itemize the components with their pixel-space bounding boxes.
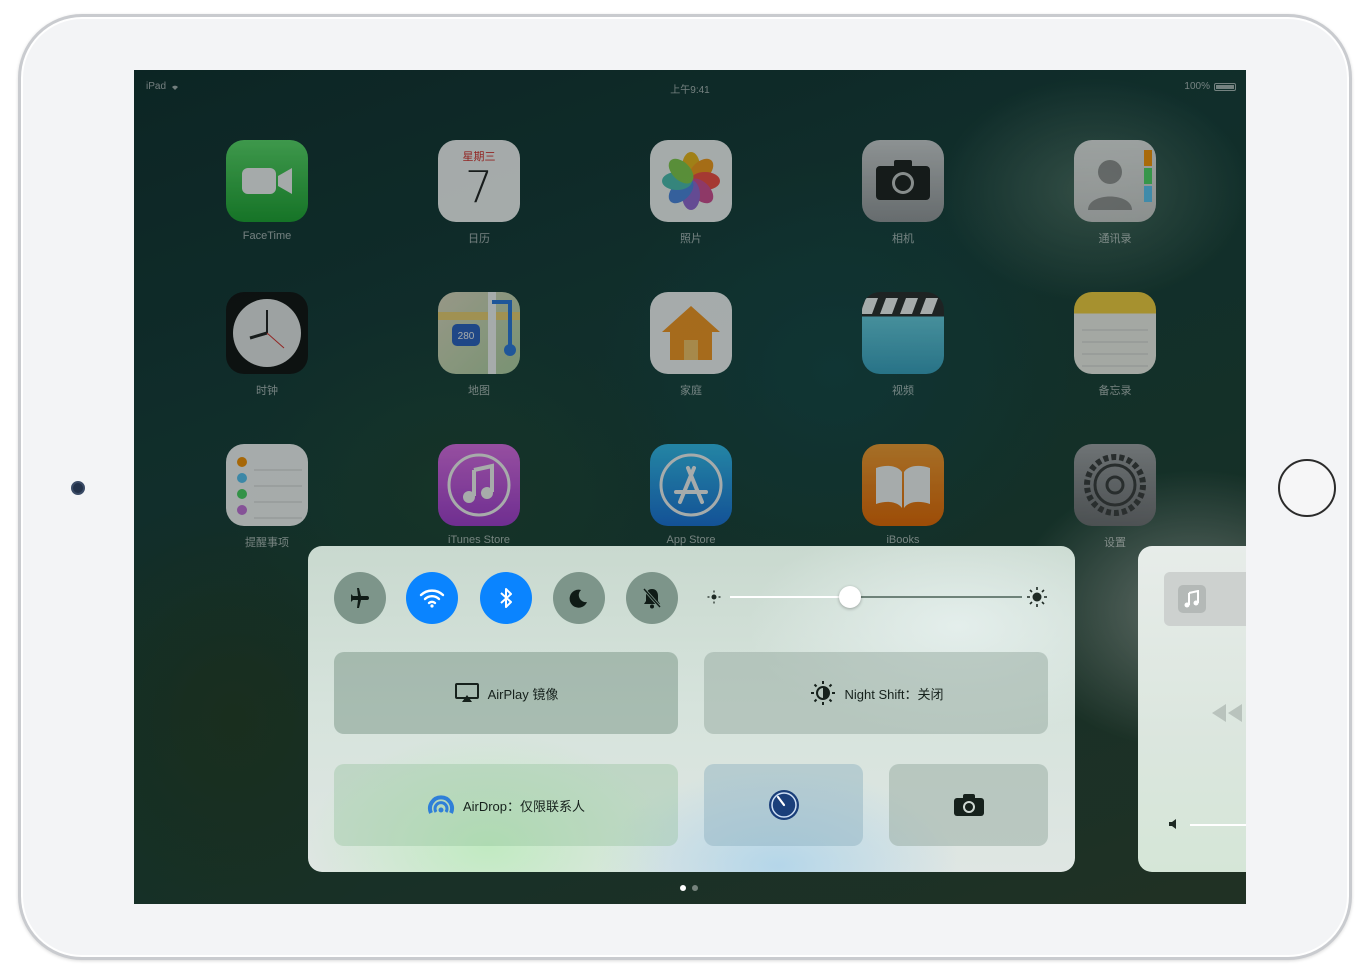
airplane-icon <box>351 588 369 608</box>
do-not-disturb-toggle[interactable] <box>553 572 605 624</box>
airdrop-button[interactable]: AirDrop：仅限联系人 <box>334 764 678 846</box>
front-camera <box>71 481 85 495</box>
volume-low-icon <box>1169 819 1176 829</box>
wifi-toggle[interactable] <box>406 572 458 624</box>
ipad-screen: iPad 上午9:41 100% FaceTime 星期三 7 日历 照片 相机… <box>134 70 1246 904</box>
night-shift-button[interactable]: Night Shift：关闭 <box>704 652 1048 734</box>
camera-icon <box>953 794 984 816</box>
airplane-mode-toggle[interactable] <box>334 572 386 624</box>
bluetooth-toggle[interactable] <box>480 572 532 624</box>
camera-button[interactable] <box>889 764 1048 846</box>
airplay-label: AirPlay 镜像 <box>487 686 559 702</box>
airdrop-icon <box>427 795 454 814</box>
bluetooth-icon <box>500 588 512 608</box>
timer-icon <box>768 790 799 820</box>
brightness-low-icon <box>707 590 721 604</box>
airplay-icon <box>454 683 479 702</box>
brightness-fill <box>730 596 850 598</box>
music-note-icon <box>1184 590 1199 608</box>
brightness-high-icon <box>1027 587 1047 607</box>
airplay-mirroring-button[interactable]: AirPlay 镜像 <box>334 652 678 734</box>
timer-button[interactable] <box>704 764 863 846</box>
airdrop-label: AirDrop：仅限联系人 <box>462 798 586 814</box>
bell-slash-icon <box>642 588 662 609</box>
now-playing-card <box>1138 546 1246 872</box>
album-artwork <box>1164 572 1246 626</box>
night-shift-label: Night Shift：关闭 <box>844 686 944 702</box>
brightness-knob[interactable] <box>838 586 861 608</box>
page-dot[interactable] <box>692 885 698 891</box>
moon-icon <box>569 589 587 608</box>
page-dot[interactable] <box>680 885 686 891</box>
mute-toggle[interactable] <box>626 572 678 624</box>
wifi-icon <box>419 589 445 608</box>
rewind-icon[interactable] <box>1208 702 1246 724</box>
volume-track[interactable] <box>1190 824 1246 826</box>
page-indicator <box>680 885 698 891</box>
home-button[interactable] <box>1278 459 1336 517</box>
brightness-slider[interactable] <box>706 582 1048 612</box>
control-center: AirPlay 镜像 Night Shift：关闭 AirDrop：仅限联系人 <box>308 546 1075 872</box>
night-shift-icon <box>810 681 835 705</box>
